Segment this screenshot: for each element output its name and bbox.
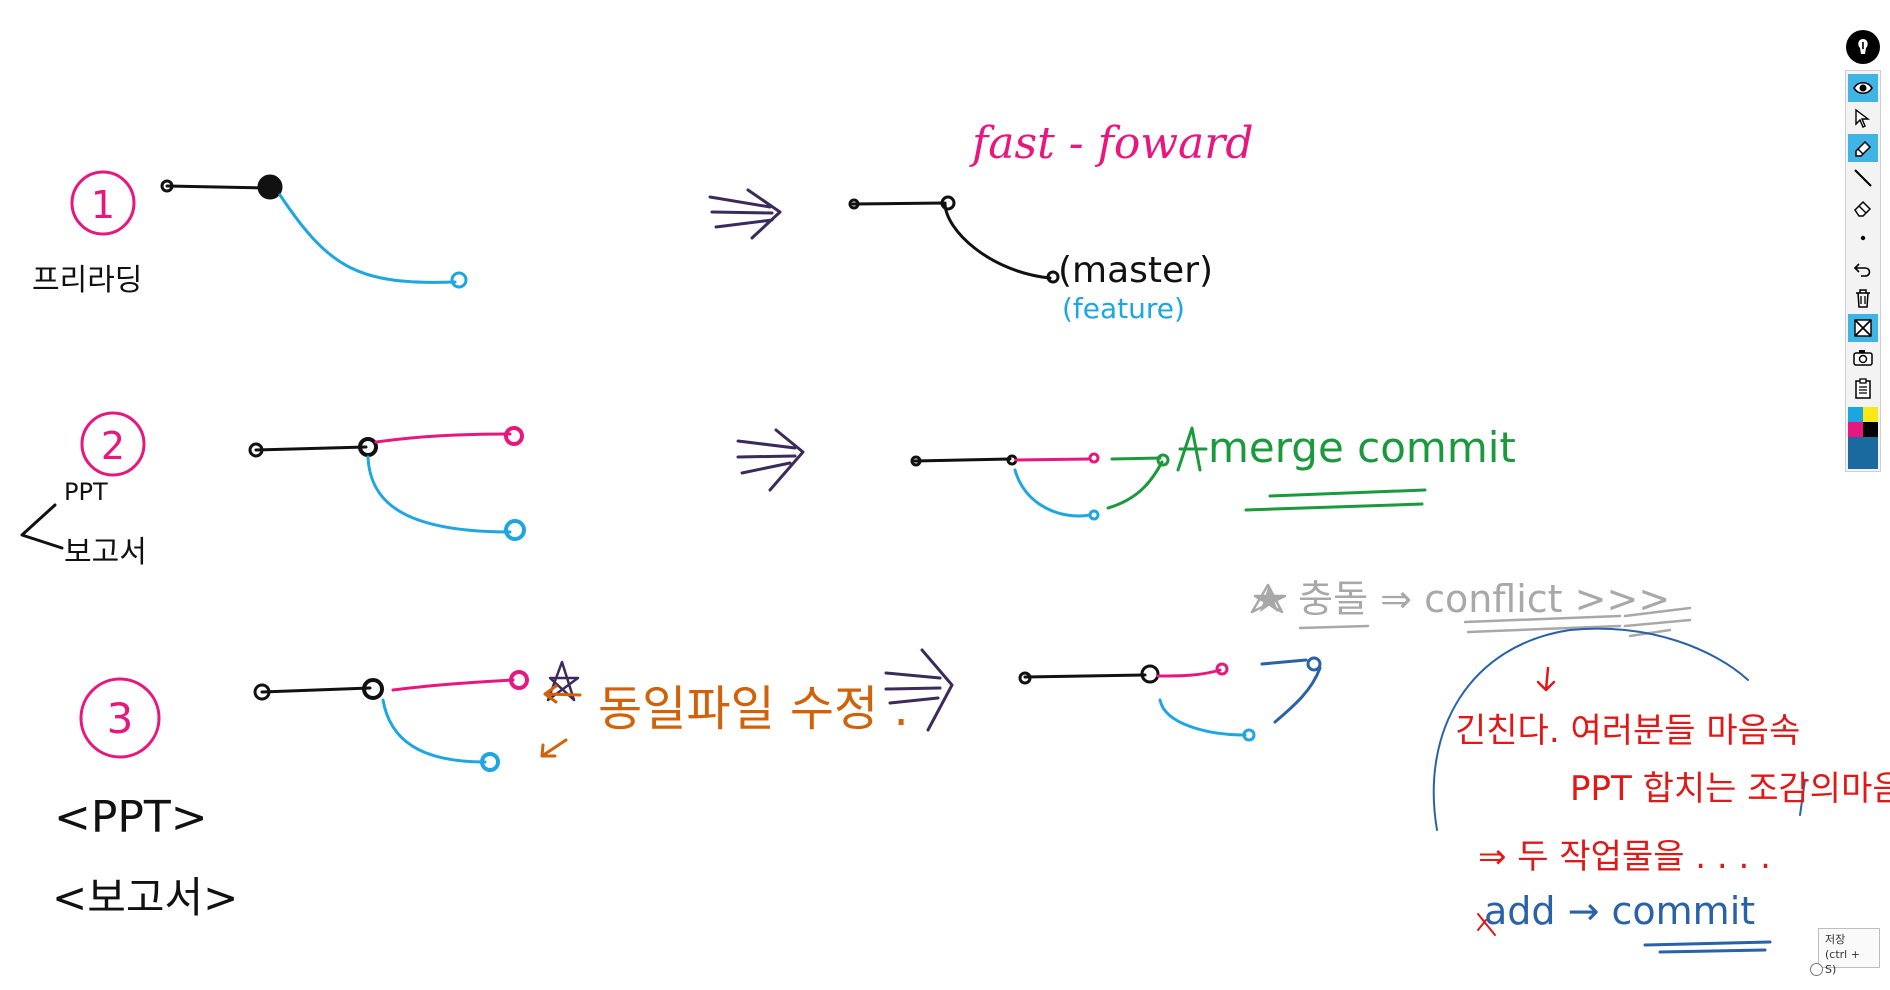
case1-master-head-node — [257, 174, 283, 200]
swatch-pink[interactable] — [1848, 422, 1863, 437]
case3-label-report: <보고서> — [52, 873, 238, 922]
case2-bracket — [20, 503, 64, 550]
case1-tag-feature: (feature) — [1062, 292, 1185, 325]
pen-tool-button[interactable] — [1848, 134, 1878, 162]
clear-all-icon — [1854, 319, 1872, 337]
case1-result-head-node — [1046, 270, 1060, 284]
trash-button[interactable] — [1848, 284, 1878, 312]
case3-number: 3 — [107, 694, 134, 743]
case3-result-blue-1 — [1158, 698, 1247, 737]
cursor-icon — [1855, 108, 1871, 128]
case3-result-blue-node-1 — [1242, 728, 1256, 742]
case1-feature-node — [450, 271, 468, 289]
save-tooltip: 저장 (ctrl + S) — [1818, 928, 1880, 976]
pen-icon — [1855, 140, 1872, 157]
drawing-toolbar — [1845, 30, 1881, 472]
case3-caption: 동일파일 수정 . — [598, 681, 909, 737]
note-line-4: add → commit — [1484, 889, 1755, 933]
case2-merge-links — [1106, 456, 1164, 510]
case3-label-ppt: <PPT> — [54, 792, 208, 843]
eraser-icon — [1854, 200, 1872, 217]
case3-blue-branch — [381, 698, 487, 764]
save-tooltip-title: 저장 — [1825, 933, 1846, 946]
case1-feature-branch — [278, 193, 457, 284]
conflict-small-arrow — [1536, 666, 1556, 692]
case2-result-line — [913, 457, 1012, 463]
eye-tool-button[interactable] — [1848, 74, 1878, 102]
clear-all-button[interactable] — [1848, 314, 1878, 342]
current-color-swatch[interactable] — [1848, 437, 1878, 469]
case2-merge-node — [1156, 453, 1170, 467]
undo-button[interactable] — [1848, 254, 1878, 282]
case3-result-pink — [1156, 668, 1222, 678]
case2-note-bottom: 보고서 — [64, 535, 147, 570]
cursor-tool-button[interactable] — [1848, 104, 1878, 132]
dot-icon — [1860, 235, 1866, 241]
case2-pink-node — [504, 426, 524, 446]
case2-number: 2 — [101, 424, 125, 468]
color-palette — [1848, 407, 1878, 437]
clipboard-button[interactable] — [1848, 374, 1878, 402]
toolbar-panel — [1845, 70, 1881, 472]
case1-title: fast - foward — [969, 118, 1254, 169]
save-tooltip-shortcut: (ctrl + S) — [1825, 948, 1860, 976]
conflict-line: ★ 충돌 ⇒ conflict >>> — [1252, 577, 1670, 621]
clipboard-icon — [1855, 378, 1871, 399]
line-icon — [1854, 169, 1872, 187]
case2-caption-underline — [1244, 488, 1427, 512]
dot-tool-button[interactable] — [1848, 224, 1878, 252]
case2-pink-branch — [374, 432, 512, 444]
note-line-3: ⇒ 두 작업물을 . . . . — [1478, 837, 1771, 877]
note-line-1: 긴친다. 여러분들 마음속 — [1455, 711, 1800, 751]
note-line-2: PPT 합치는 조감의마음 - — [1570, 769, 1890, 809]
case2-merge-star — [1176, 426, 1208, 472]
swatch-black[interactable] — [1863, 422, 1878, 437]
resize-handle[interactable] — [1810, 963, 1823, 976]
note-underline — [1643, 940, 1772, 954]
case2-result-blue-node — [1088, 509, 1100, 521]
case3-orange-arrow-bottom — [540, 738, 568, 758]
case2-arrow — [736, 428, 805, 492]
case2-result-pink-node — [1088, 452, 1100, 464]
swatch-yellow[interactable] — [1863, 407, 1878, 422]
line-tool-button[interactable] — [1848, 164, 1878, 192]
conflict-underline-1 — [1298, 624, 1370, 630]
case2-caption: merge commit — [1208, 423, 1516, 472]
camera-icon — [1853, 350, 1873, 366]
eraser-tool-button[interactable] — [1848, 194, 1878, 222]
case2-blue-node — [504, 519, 526, 541]
case1-label: 프리라딩 — [32, 263, 142, 298]
case1-arrow — [708, 188, 782, 240]
swatch-cyan[interactable] — [1848, 407, 1863, 422]
case3-result-line — [1023, 673, 1147, 679]
case2-result-pink — [1014, 457, 1092, 462]
trash-icon — [1856, 289, 1870, 308]
case1-number: 1 — [91, 183, 115, 227]
eye-icon — [1853, 81, 1873, 95]
case1-result-line — [851, 201, 1052, 280]
case3-result-pink-node — [1215, 662, 1229, 676]
pen-logo-icon[interactable] — [1846, 30, 1880, 64]
drawing-canvas[interactable]: 1 프리라딩 fast - foward (master) (feature) … — [0, 0, 1890, 990]
case2-note-top: PPT — [64, 478, 108, 506]
undo-icon — [1853, 263, 1871, 277]
case1-tag-master: (master) — [1058, 250, 1213, 291]
camera-button[interactable] — [1848, 344, 1878, 372]
case2-master-line — [254, 445, 368, 452]
case3-master-line — [260, 686, 372, 694]
case3-pink-branch — [391, 678, 515, 692]
case3-result-blue-node-2 — [1306, 656, 1322, 672]
case2-blue-branch — [366, 455, 512, 534]
case1-master-line — [165, 184, 270, 190]
case2-result-blue — [1013, 468, 1092, 518]
